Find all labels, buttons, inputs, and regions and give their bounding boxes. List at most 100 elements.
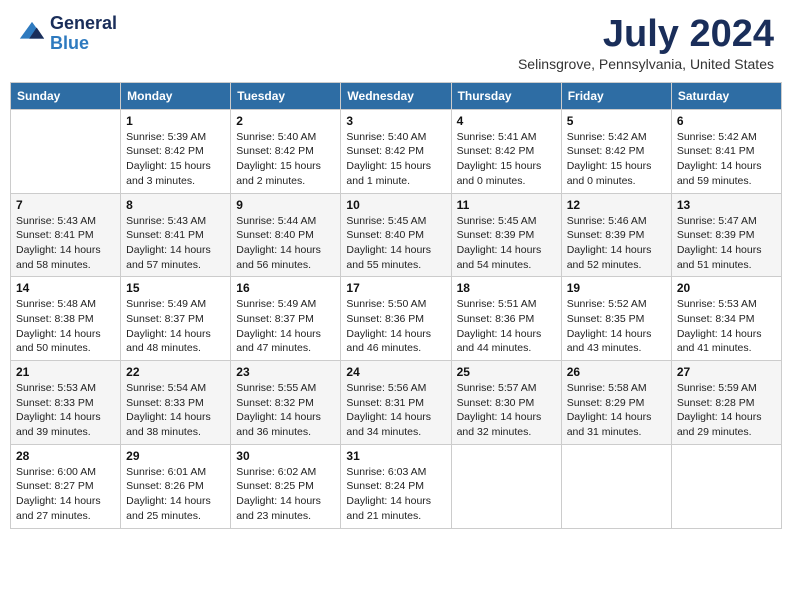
day-info: Sunrise: 5:57 AMSunset: 8:30 PMDaylight:…	[457, 381, 556, 440]
calendar-cell: 20 Sunrise: 5:53 AMSunset: 8:34 PMDaylig…	[671, 277, 781, 361]
day-info: Sunrise: 6:01 AMSunset: 8:26 PMDaylight:…	[126, 465, 225, 524]
calendar-cell: 9 Sunrise: 5:44 AMSunset: 8:40 PMDayligh…	[231, 193, 341, 277]
day-number: 11	[457, 198, 556, 212]
day-info: Sunrise: 5:53 AMSunset: 8:34 PMDaylight:…	[677, 297, 776, 356]
calendar-cell: 25 Sunrise: 5:57 AMSunset: 8:30 PMDaylig…	[451, 361, 561, 445]
calendar-week-row: 14 Sunrise: 5:48 AMSunset: 8:38 PMDaylig…	[11, 277, 782, 361]
calendar-week-row: 28 Sunrise: 6:00 AMSunset: 8:27 PMDaylig…	[11, 444, 782, 528]
calendar-day-header: Friday	[561, 82, 671, 109]
day-info: Sunrise: 5:39 AMSunset: 8:42 PMDaylight:…	[126, 130, 225, 189]
calendar-day-header: Tuesday	[231, 82, 341, 109]
day-info: Sunrise: 5:58 AMSunset: 8:29 PMDaylight:…	[567, 381, 666, 440]
day-info: Sunrise: 5:53 AMSunset: 8:33 PMDaylight:…	[16, 381, 115, 440]
day-info: Sunrise: 5:43 AMSunset: 8:41 PMDaylight:…	[16, 214, 115, 273]
day-info: Sunrise: 5:51 AMSunset: 8:36 PMDaylight:…	[457, 297, 556, 356]
calendar-cell: 8 Sunrise: 5:43 AMSunset: 8:41 PMDayligh…	[121, 193, 231, 277]
day-info: Sunrise: 5:45 AMSunset: 8:39 PMDaylight:…	[457, 214, 556, 273]
calendar-cell: 7 Sunrise: 5:43 AMSunset: 8:41 PMDayligh…	[11, 193, 121, 277]
calendar-cell: 21 Sunrise: 5:53 AMSunset: 8:33 PMDaylig…	[11, 361, 121, 445]
calendar-day-header: Wednesday	[341, 82, 451, 109]
day-info: Sunrise: 5:42 AMSunset: 8:42 PMDaylight:…	[567, 130, 666, 189]
calendar-cell: 19 Sunrise: 5:52 AMSunset: 8:35 PMDaylig…	[561, 277, 671, 361]
calendar-cell: 14 Sunrise: 5:48 AMSunset: 8:38 PMDaylig…	[11, 277, 121, 361]
day-number: 21	[16, 365, 115, 379]
logo-blue: Blue	[50, 34, 117, 54]
day-number: 6	[677, 114, 776, 128]
calendar-cell: 1 Sunrise: 5:39 AMSunset: 8:42 PMDayligh…	[121, 109, 231, 193]
day-info: Sunrise: 6:00 AMSunset: 8:27 PMDaylight:…	[16, 465, 115, 524]
day-info: Sunrise: 5:44 AMSunset: 8:40 PMDaylight:…	[236, 214, 335, 273]
calendar-day-header: Monday	[121, 82, 231, 109]
day-number: 18	[457, 281, 556, 295]
day-number: 1	[126, 114, 225, 128]
calendar-cell: 5 Sunrise: 5:42 AMSunset: 8:42 PMDayligh…	[561, 109, 671, 193]
calendar-cell: 17 Sunrise: 5:50 AMSunset: 8:36 PMDaylig…	[341, 277, 451, 361]
day-number: 14	[16, 281, 115, 295]
logo-icon	[18, 20, 46, 48]
logo: General Blue	[18, 14, 117, 54]
day-number: 24	[346, 365, 445, 379]
day-number: 26	[567, 365, 666, 379]
page-header: General Blue July 2024 Selinsgrove, Penn…	[10, 10, 782, 76]
calendar-cell: 11 Sunrise: 5:45 AMSunset: 8:39 PMDaylig…	[451, 193, 561, 277]
day-number: 7	[16, 198, 115, 212]
day-info: Sunrise: 5:40 AMSunset: 8:42 PMDaylight:…	[346, 130, 445, 189]
calendar-cell: 10 Sunrise: 5:45 AMSunset: 8:40 PMDaylig…	[341, 193, 451, 277]
calendar-cell: 26 Sunrise: 5:58 AMSunset: 8:29 PMDaylig…	[561, 361, 671, 445]
day-info: Sunrise: 6:03 AMSunset: 8:24 PMDaylight:…	[346, 465, 445, 524]
calendar-cell	[561, 444, 671, 528]
day-info: Sunrise: 5:50 AMSunset: 8:36 PMDaylight:…	[346, 297, 445, 356]
calendar-week-row: 21 Sunrise: 5:53 AMSunset: 8:33 PMDaylig…	[11, 361, 782, 445]
day-info: Sunrise: 5:46 AMSunset: 8:39 PMDaylight:…	[567, 214, 666, 273]
calendar-table: SundayMondayTuesdayWednesdayThursdayFrid…	[10, 82, 782, 529]
day-number: 15	[126, 281, 225, 295]
title-area: July 2024 Selinsgrove, Pennsylvania, Uni…	[518, 14, 774, 72]
day-info: Sunrise: 5:55 AMSunset: 8:32 PMDaylight:…	[236, 381, 335, 440]
calendar-cell: 13 Sunrise: 5:47 AMSunset: 8:39 PMDaylig…	[671, 193, 781, 277]
day-number: 28	[16, 449, 115, 463]
calendar-cell	[671, 444, 781, 528]
day-number: 12	[567, 198, 666, 212]
day-number: 27	[677, 365, 776, 379]
calendar-cell	[451, 444, 561, 528]
day-info: Sunrise: 5:43 AMSunset: 8:41 PMDaylight:…	[126, 214, 225, 273]
calendar-cell: 3 Sunrise: 5:40 AMSunset: 8:42 PMDayligh…	[341, 109, 451, 193]
calendar-cell: 27 Sunrise: 5:59 AMSunset: 8:28 PMDaylig…	[671, 361, 781, 445]
day-info: Sunrise: 5:56 AMSunset: 8:31 PMDaylight:…	[346, 381, 445, 440]
day-info: Sunrise: 6:02 AMSunset: 8:25 PMDaylight:…	[236, 465, 335, 524]
calendar-cell: 24 Sunrise: 5:56 AMSunset: 8:31 PMDaylig…	[341, 361, 451, 445]
calendar-cell: 31 Sunrise: 6:03 AMSunset: 8:24 PMDaylig…	[341, 444, 451, 528]
day-number: 22	[126, 365, 225, 379]
month-title: July 2024	[518, 14, 774, 56]
day-info: Sunrise: 5:59 AMSunset: 8:28 PMDaylight:…	[677, 381, 776, 440]
day-number: 29	[126, 449, 225, 463]
day-info: Sunrise: 5:52 AMSunset: 8:35 PMDaylight:…	[567, 297, 666, 356]
day-info: Sunrise: 5:40 AMSunset: 8:42 PMDaylight:…	[236, 130, 335, 189]
day-number: 4	[457, 114, 556, 128]
day-info: Sunrise: 5:45 AMSunset: 8:40 PMDaylight:…	[346, 214, 445, 273]
day-number: 30	[236, 449, 335, 463]
day-info: Sunrise: 5:49 AMSunset: 8:37 PMDaylight:…	[236, 297, 335, 356]
day-info: Sunrise: 5:54 AMSunset: 8:33 PMDaylight:…	[126, 381, 225, 440]
calendar-cell: 15 Sunrise: 5:49 AMSunset: 8:37 PMDaylig…	[121, 277, 231, 361]
calendar-day-header: Thursday	[451, 82, 561, 109]
day-number: 17	[346, 281, 445, 295]
calendar-cell: 16 Sunrise: 5:49 AMSunset: 8:37 PMDaylig…	[231, 277, 341, 361]
day-info: Sunrise: 5:41 AMSunset: 8:42 PMDaylight:…	[457, 130, 556, 189]
day-number: 19	[567, 281, 666, 295]
day-number: 9	[236, 198, 335, 212]
calendar-cell: 30 Sunrise: 6:02 AMSunset: 8:25 PMDaylig…	[231, 444, 341, 528]
logo-general: General	[50, 14, 117, 34]
day-info: Sunrise: 5:49 AMSunset: 8:37 PMDaylight:…	[126, 297, 225, 356]
calendar-cell: 18 Sunrise: 5:51 AMSunset: 8:36 PMDaylig…	[451, 277, 561, 361]
calendar-cell: 28 Sunrise: 6:00 AMSunset: 8:27 PMDaylig…	[11, 444, 121, 528]
day-info: Sunrise: 5:47 AMSunset: 8:39 PMDaylight:…	[677, 214, 776, 273]
day-number: 3	[346, 114, 445, 128]
day-number: 23	[236, 365, 335, 379]
day-number: 10	[346, 198, 445, 212]
day-number: 2	[236, 114, 335, 128]
calendar-cell: 2 Sunrise: 5:40 AMSunset: 8:42 PMDayligh…	[231, 109, 341, 193]
day-info: Sunrise: 5:42 AMSunset: 8:41 PMDaylight:…	[677, 130, 776, 189]
calendar-week-row: 7 Sunrise: 5:43 AMSunset: 8:41 PMDayligh…	[11, 193, 782, 277]
calendar-day-header: Sunday	[11, 82, 121, 109]
